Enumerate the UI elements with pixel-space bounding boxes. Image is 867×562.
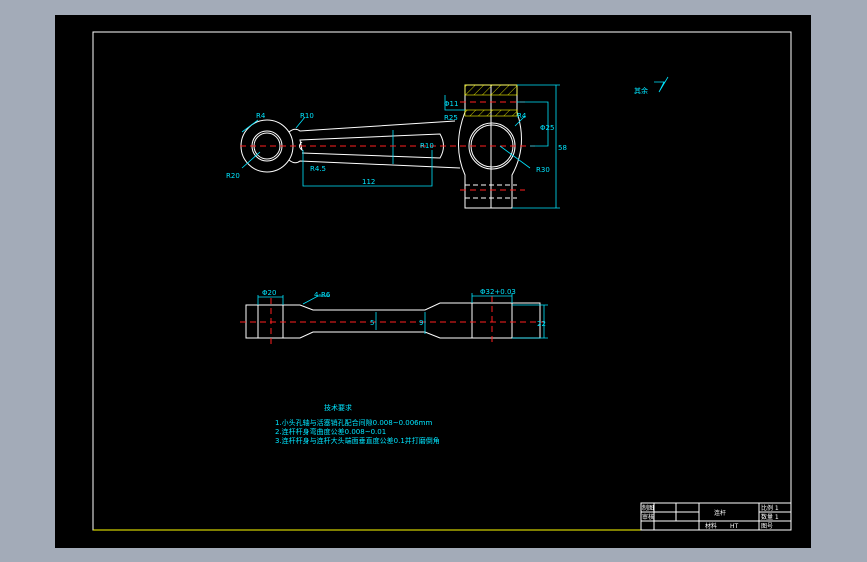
- dim-22: 22: [537, 320, 546, 328]
- dim-r10: R10: [300, 112, 314, 120]
- drawing-frame: [92, 31, 792, 531]
- tb-draw: 制图: [642, 504, 654, 512]
- dim-d32: Φ32+0.03: [480, 288, 516, 296]
- part-name: 连杆: [714, 509, 726, 517]
- tb-scale: 比例 1: [761, 504, 779, 512]
- dim-5: 5: [370, 319, 374, 327]
- dim-r25: R25: [444, 114, 458, 122]
- dim-58: 58: [558, 144, 567, 152]
- tb-drawing-no: 图号: [761, 523, 773, 530]
- tech-title: 技术要求: [324, 403, 352, 412]
- roughness-label: 其余: [634, 86, 648, 95]
- drawing: R4 R10 R20 R4.5 112 R10 R30 Φ25 R4 58 Φ1…: [92, 31, 792, 531]
- dim-4-r6: 4-R6: [314, 291, 331, 299]
- tech-item: 3.连杆杆身与连杆大头端面垂直度公差0.1并打磨倒角: [275, 436, 440, 445]
- tb-check: 审核: [642, 513, 654, 521]
- tb-material-value: HT: [730, 523, 739, 530]
- dim-9: 9: [419, 319, 423, 327]
- dim-r30: R30: [536, 166, 550, 174]
- dim-112: 112: [362, 178, 375, 186]
- dim-r4b: R4: [517, 112, 527, 120]
- dim-d25: Φ25: [540, 124, 554, 132]
- top-view: R4 R10 R20 R4.5 112 R10 R30 Φ25 R4 58 Φ1…: [226, 84, 567, 209]
- title-block: 制图 审核 材料 HT 连杆 比例 1 数量 1 图号: [640, 502, 792, 531]
- tech-requirements: 技术要求 1.小头孔轴与活塞销孔配合间隙0.008~0.006mm 2.连杆杆身…: [275, 403, 440, 445]
- dim-r4: R4: [256, 112, 266, 120]
- roughness-symbol-icon: [654, 76, 669, 93]
- dim-d20: Φ20: [262, 289, 276, 297]
- dim-d11: Φ11: [444, 100, 458, 108]
- tech-item: 2.连杆杆身弯曲度公差0.008~0.01: [275, 427, 386, 436]
- front-view: Φ20 4-R6 Φ32+0.03 22 5 9: [240, 288, 548, 345]
- dim-r20: R20: [226, 172, 240, 180]
- tech-item: 1.小头孔轴与活塞销孔配合间隙0.008~0.006mm: [275, 418, 432, 427]
- dim-r10b: R10: [420, 142, 434, 150]
- tb-material: 材料: [705, 522, 717, 530]
- tb-qty: 数量 1: [761, 513, 779, 521]
- dim-r4-5: R4.5: [310, 165, 326, 173]
